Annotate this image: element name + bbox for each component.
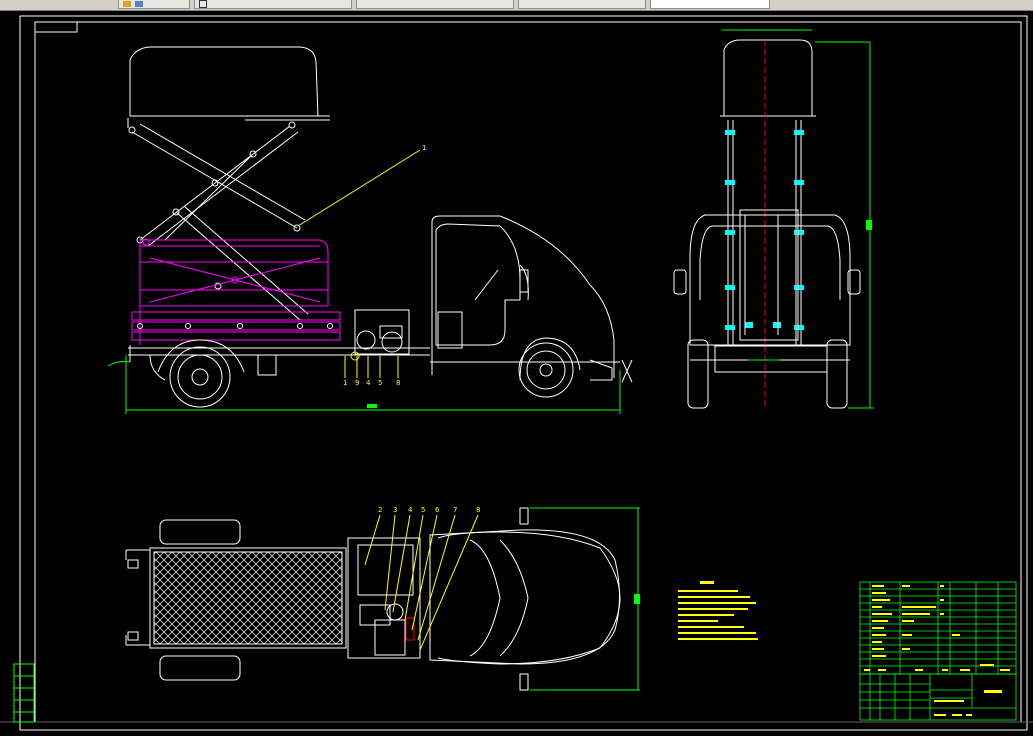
app-icons bbox=[123, 1, 131, 7]
rear-wheel bbox=[157, 339, 245, 408]
front-view bbox=[673, 29, 874, 410]
top-balloon-5: 5 bbox=[421, 506, 425, 514]
app-icon-2 bbox=[135, 1, 144, 7]
top-balloon-8: 8 bbox=[476, 506, 480, 514]
tab-document-4[interactable] bbox=[650, 0, 770, 9]
cad-drawing-canvas[interactable]: 1 1 9 4 5 8 2 3 4 5 6 7 8 bbox=[0, 10, 1033, 736]
svg-text:1: 1 bbox=[422, 144, 426, 152]
top-right-rear-wheel bbox=[159, 655, 241, 681]
side-balloon-2: 9 bbox=[355, 379, 359, 387]
front-left-wheel bbox=[687, 339, 709, 409]
top-balloon-4: 4 bbox=[408, 506, 413, 514]
side-balloon-1: 1 bbox=[343, 379, 347, 387]
technical-notes bbox=[678, 581, 758, 640]
front-cab-body bbox=[689, 214, 851, 346]
platform-canopy bbox=[129, 46, 319, 117]
title-block bbox=[859, 673, 1017, 721]
parts-list-text bbox=[864, 585, 1010, 671]
side-balloon-3: 4 bbox=[366, 379, 371, 387]
corner-label-box bbox=[34, 21, 78, 33]
top-balloon-2: 2 bbox=[378, 506, 382, 514]
top-balloon-6: 6 bbox=[435, 506, 440, 514]
tab-document-3[interactable] bbox=[518, 0, 646, 9]
rear-bumper bbox=[257, 354, 277, 376]
lowered-platform-stack bbox=[131, 306, 341, 345]
tab-document-2[interactable] bbox=[356, 0, 514, 9]
tab-document-1[interactable] bbox=[194, 0, 352, 9]
drawing-name-label bbox=[984, 690, 1002, 693]
truck-cab bbox=[430, 215, 633, 383]
top-balloon-7: 7 bbox=[453, 506, 457, 514]
top-balloons bbox=[364, 514, 479, 651]
revision-strip bbox=[13, 663, 35, 723]
front-right-wheel bbox=[826, 339, 848, 409]
tab-app[interactable] bbox=[118, 0, 190, 9]
top-cab bbox=[429, 507, 621, 691]
side-balloon-4: 5 bbox=[378, 379, 382, 387]
side-dimension bbox=[107, 355, 621, 414]
top-balloon-3: 3 bbox=[393, 506, 397, 514]
front-wheel bbox=[518, 342, 574, 398]
front-canopy bbox=[723, 39, 813, 117]
top-view: 2 3 4 5 6 7 8 bbox=[125, 506, 640, 691]
document-icon bbox=[199, 0, 207, 8]
leader-line-1 bbox=[297, 149, 421, 227]
hydraulic-unit bbox=[350, 309, 410, 361]
side-balloon-5: 8 bbox=[396, 379, 400, 387]
side-view: 1 1 9 4 5 8 bbox=[107, 46, 633, 414]
top-left-rear-wheel bbox=[159, 519, 241, 545]
